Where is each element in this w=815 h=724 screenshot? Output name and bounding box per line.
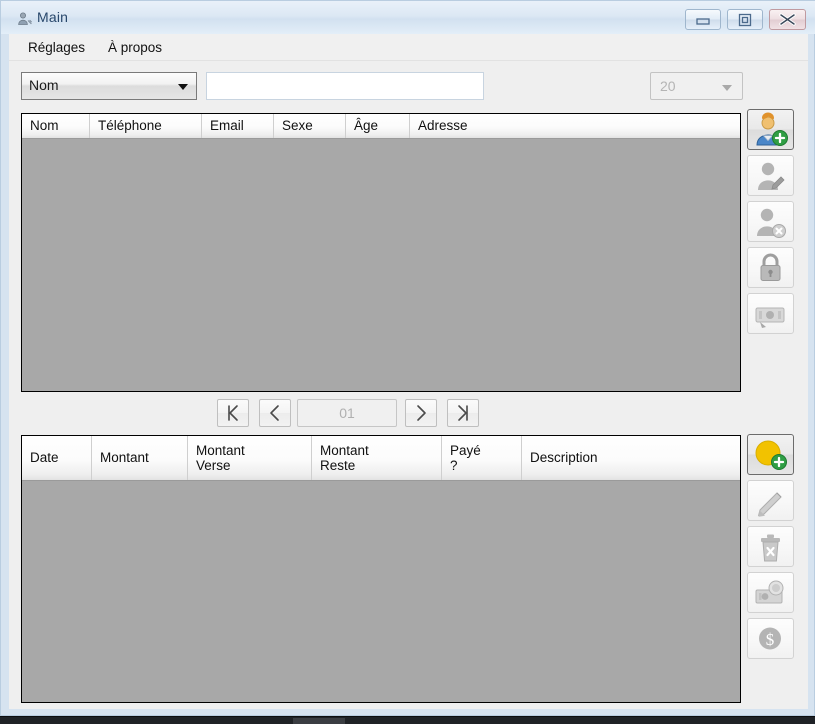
page-number-field[interactable]: 01 — [297, 399, 397, 427]
taskbar-item[interactable] — [293, 718, 345, 724]
column-header-age[interactable]: Âge — [346, 114, 410, 138]
svg-text:$: $ — [766, 630, 775, 649]
column-header-montant-reste[interactable]: Montant Reste — [312, 436, 442, 480]
column-header-sexe[interactable]: Sexe — [274, 114, 346, 138]
add-user-button[interactable] — [747, 109, 794, 150]
edit-payment-button[interactable] — [747, 480, 794, 521]
minimize-button[interactable] — [685, 9, 721, 30]
dollar-button[interactable]: $ — [747, 618, 794, 659]
column-header-montant[interactable]: Montant — [92, 436, 188, 480]
column-header-adresse[interactable]: Adresse — [410, 114, 740, 138]
column-header-nom[interactable]: Nom — [22, 114, 90, 138]
user-window-icon — [17, 11, 33, 27]
window-title: Main — [37, 9, 68, 25]
column-header-montant-verse[interactable]: Montant Verse — [188, 436, 312, 480]
search-field-select[interactable]: Nom — [21, 72, 197, 100]
first-page-button[interactable] — [217, 399, 249, 427]
payments-table-body[interactable] — [22, 481, 740, 702]
cash-payment-button[interactable] — [747, 572, 794, 613]
people-table[interactable]: Nom Téléphone Email Sexe Âge Adresse — [21, 113, 741, 392]
search-input[interactable] — [206, 72, 484, 100]
menu-bar: Réglages À propos — [9, 34, 808, 61]
delete-payment-button[interactable] — [747, 526, 794, 567]
payments-table-header: Date Montant Montant Verse Montant Reste… — [22, 436, 740, 481]
add-payment-button[interactable] — [747, 434, 794, 475]
people-toolbar — [747, 109, 797, 339]
payments-toolbar: $ — [747, 434, 797, 664]
pagination: 01 — [9, 399, 741, 429]
title-bar: Main — [1, 1, 815, 34]
app-window: Main R — [0, 0, 815, 716]
people-table-header: Nom Téléphone Email Sexe Âge Adresse — [22, 114, 740, 139]
menu-item-reglages[interactable]: Réglages — [23, 39, 90, 56]
chevron-down-icon — [178, 84, 188, 90]
client-area: Nom 20 Nom Téléphone Email Sexe Âge Adre… — [9, 61, 808, 709]
delete-user-button[interactable] — [747, 201, 794, 242]
next-page-button[interactable] — [405, 399, 437, 427]
lock-button[interactable] — [747, 247, 794, 288]
last-page-button[interactable] — [447, 399, 479, 427]
page-size-select[interactable]: 20 — [650, 72, 743, 100]
people-table-body[interactable] — [22, 139, 740, 391]
column-header-date[interactable]: Date — [22, 436, 92, 480]
maximize-button[interactable] — [727, 9, 763, 30]
search-field-value: Nom — [29, 77, 59, 93]
column-header-paye[interactable]: Payé ? — [442, 436, 522, 480]
chevron-down-icon — [722, 85, 732, 91]
column-header-description[interactable]: Description — [522, 436, 740, 480]
close-button[interactable] — [769, 9, 806, 30]
column-header-email[interactable]: Email — [202, 114, 274, 138]
page-size-value: 20 — [660, 78, 676, 94]
menu-item-a-propos[interactable]: À propos — [103, 39, 167, 56]
edit-user-button[interactable] — [747, 155, 794, 196]
column-header-telephone[interactable]: Téléphone — [90, 114, 202, 138]
payments-table[interactable]: Date Montant Montant Verse Montant Reste… — [21, 435, 741, 703]
print-money-button[interactable] — [747, 293, 794, 334]
previous-page-button[interactable] — [259, 399, 291, 427]
